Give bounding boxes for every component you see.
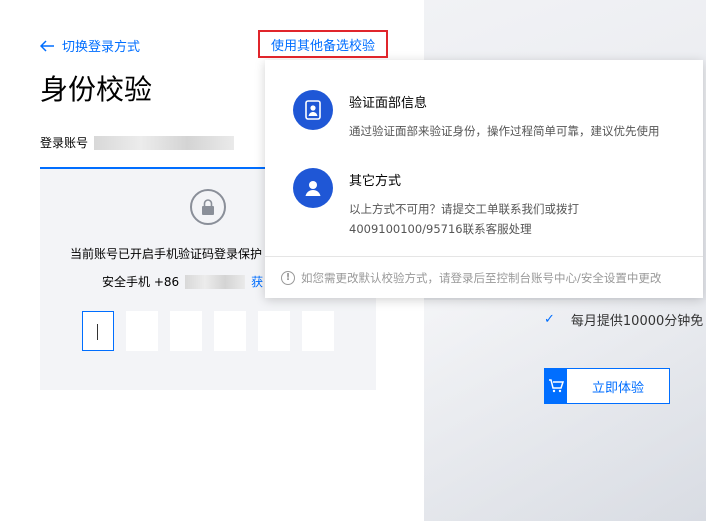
lock-icon (190, 189, 226, 225)
security-phone-label: 安全手机 +86 (102, 275, 180, 289)
promo-feature-row: ✓ 每月提供10000分钟免 (544, 310, 703, 329)
account-row: 登录账号 (40, 134, 235, 151)
popover-footer: ! 如您需更改默认校验方式，请登录后至控制台账号中心/安全设置中更改 (265, 256, 703, 298)
promo-feature-label: 每月提供10000分钟免 (570, 314, 704, 329)
masked-phone (185, 274, 246, 289)
cart-icon (545, 369, 567, 403)
code-digit-input[interactable] (258, 311, 290, 351)
get-code-link[interactable]: 获 (251, 273, 263, 290)
promo-shade (424, 300, 706, 521)
option-other-desc-line: 4009100100/95716联系客服处理 (349, 222, 532, 236)
option-other-desc: 以上方式不可用？请提交工单联系我们或拨打 4009100100/95716联系客… (349, 199, 579, 239)
alt-verify-popover: 验证面部信息 通过验证面部来验证身份，操作过程简单可靠，建议优先使用 其它方式 … (265, 60, 703, 298)
option-other-title: 其它方式 (349, 174, 402, 189)
switch-login-method-label: 切换登录方式 (62, 40, 141, 55)
code-digit-input[interactable] (170, 311, 202, 351)
code-digit-input[interactable] (302, 311, 334, 351)
arrow-left-icon (40, 39, 54, 52)
face-id-icon (293, 90, 333, 130)
try-now-label: 立即体验 (591, 380, 644, 396)
info-icon: ! (281, 270, 295, 285)
try-now-button[interactable]: 立即体验 (544, 368, 670, 404)
masked-account (94, 135, 235, 150)
checkmark-icon: ✓ (544, 312, 555, 327)
account-label: 登录账号 (40, 136, 89, 150)
code-input-group (82, 311, 334, 351)
popover-footer-text: 如您需更改默认校验方式，请登录后至控制台账号中心/安全设置中更改 (301, 270, 662, 285)
option-face-verify[interactable]: 验证面部信息 通过验证面部来验证身份，操作过程简单可靠，建议优先使用 (293, 90, 660, 141)
user-icon (293, 168, 333, 208)
option-other-method[interactable]: 其它方式 以上方式不可用？请提交工单联系我们或拨打 4009100100/957… (293, 168, 579, 239)
code-digit-input[interactable] (214, 311, 246, 351)
switch-login-method-link[interactable]: 切换登录方式 (40, 36, 140, 55)
alt-verify-link[interactable]: 使用其他备选校验 (258, 30, 388, 58)
option-face-title: 验证面部信息 (349, 96, 428, 111)
page-title: 身份校验 (40, 73, 153, 106)
option-face-desc: 通过验证面部来验证身份，操作过程简单可靠，建议优先使用 (349, 124, 660, 138)
code-digit-input[interactable] (82, 311, 114, 351)
option-other-desc-line: 以上方式不可用？请提交工单联系我们或拨打 (349, 202, 579, 216)
protection-notice: 当前账号已开启手机验证码登录保护 (70, 247, 263, 261)
security-phone-row: 安全手机 +86 获 (102, 273, 263, 290)
code-digit-input[interactable] (126, 311, 158, 351)
